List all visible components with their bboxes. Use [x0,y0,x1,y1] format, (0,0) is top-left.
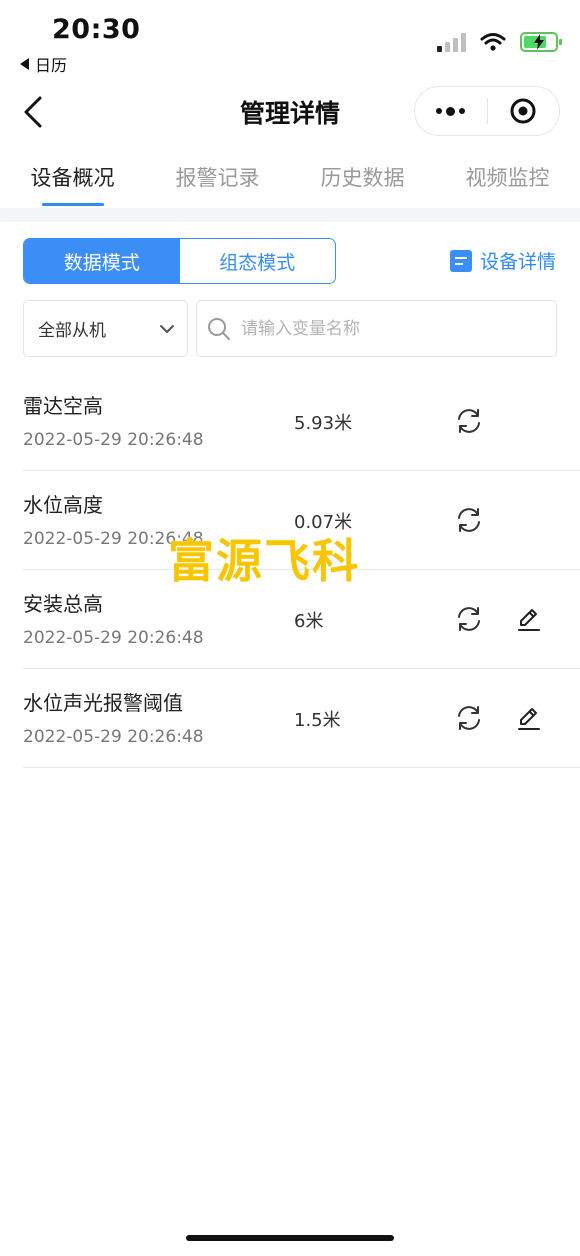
tab-bar: 设备概况 报警记录 历史数据 视频监控 [0,156,580,208]
search-box [196,300,557,357]
variable-name: 安装总高 [23,592,103,616]
nav-bar: 管理详情 [0,86,580,138]
target-circle-icon [510,98,536,124]
chevron-down-icon [160,324,174,333]
cellular-signal-icon [437,32,466,52]
variable-row-radar-headroom: 雷达空高 2022-05-29 20:26:48 5.93米 [23,372,580,471]
status-bar: 20:30 日历 [0,0,580,80]
back-to-app[interactable]: 日历 [20,52,67,76]
variable-value: 6米 [294,611,324,632]
variable-name: 雷达空高 [23,394,103,418]
section-divider [0,208,580,222]
wifi-icon [480,33,506,51]
battery-charging-icon [520,32,562,52]
close-miniprogram-button[interactable] [488,87,560,135]
refresh-icon[interactable] [455,704,483,732]
config-mode-button[interactable]: 组态模式 [179,239,335,283]
slave-select[interactable]: 全部从机 [23,300,188,357]
miniprogram-capsule [414,86,560,136]
refresh-icon[interactable] [455,407,483,435]
variable-value: 1.5米 [294,710,341,731]
variable-name: 水位高度 [23,493,103,517]
refresh-icon[interactable] [455,506,483,534]
data-mode-button[interactable]: 数据模式 [24,239,180,283]
device-detail-label: 设备详情 [479,251,556,273]
tab-device-overview[interactable]: 设备概况 [0,156,145,208]
document-icon [449,249,472,272]
tab-video-monitor[interactable]: 视频监控 [435,156,580,208]
variable-row-alarm-threshold: 水位声光报警阈值 2022-05-29 20:26:48 1.5米 [23,669,580,768]
search-icon [208,317,230,340]
pencil-edit-icon[interactable] [516,705,542,731]
back-triangle-icon [20,58,29,70]
status-time: 20:30 [52,14,141,45]
variable-name: 水位声光报警阈值 [23,691,183,715]
tab-history-data[interactable]: 历史数据 [290,156,435,208]
pencil-edit-icon[interactable] [516,606,542,632]
tab-alarm-records[interactable]: 报警记录 [145,156,290,208]
more-button[interactable] [415,87,487,135]
variable-value: 5.93米 [294,413,353,434]
variable-timestamp: 2022-05-29 20:26:48 [23,628,204,648]
watermark-text: 富源飞科 [168,534,360,588]
mode-toggle: 数据模式 组态模式 [23,238,336,284]
slave-select-value: 全部从机 [38,321,106,341]
variable-timestamp: 2022-05-29 20:26:48 [23,727,204,747]
refresh-icon[interactable] [455,605,483,633]
device-detail-link[interactable]: 设备详情 [449,247,556,274]
home-indicator [186,1235,394,1241]
search-input[interactable] [239,317,533,340]
more-dots-icon [436,106,466,116]
status-icons [437,32,562,52]
back-app-label: 日历 [35,56,68,75]
variable-timestamp: 2022-05-29 20:26:48 [23,430,204,450]
